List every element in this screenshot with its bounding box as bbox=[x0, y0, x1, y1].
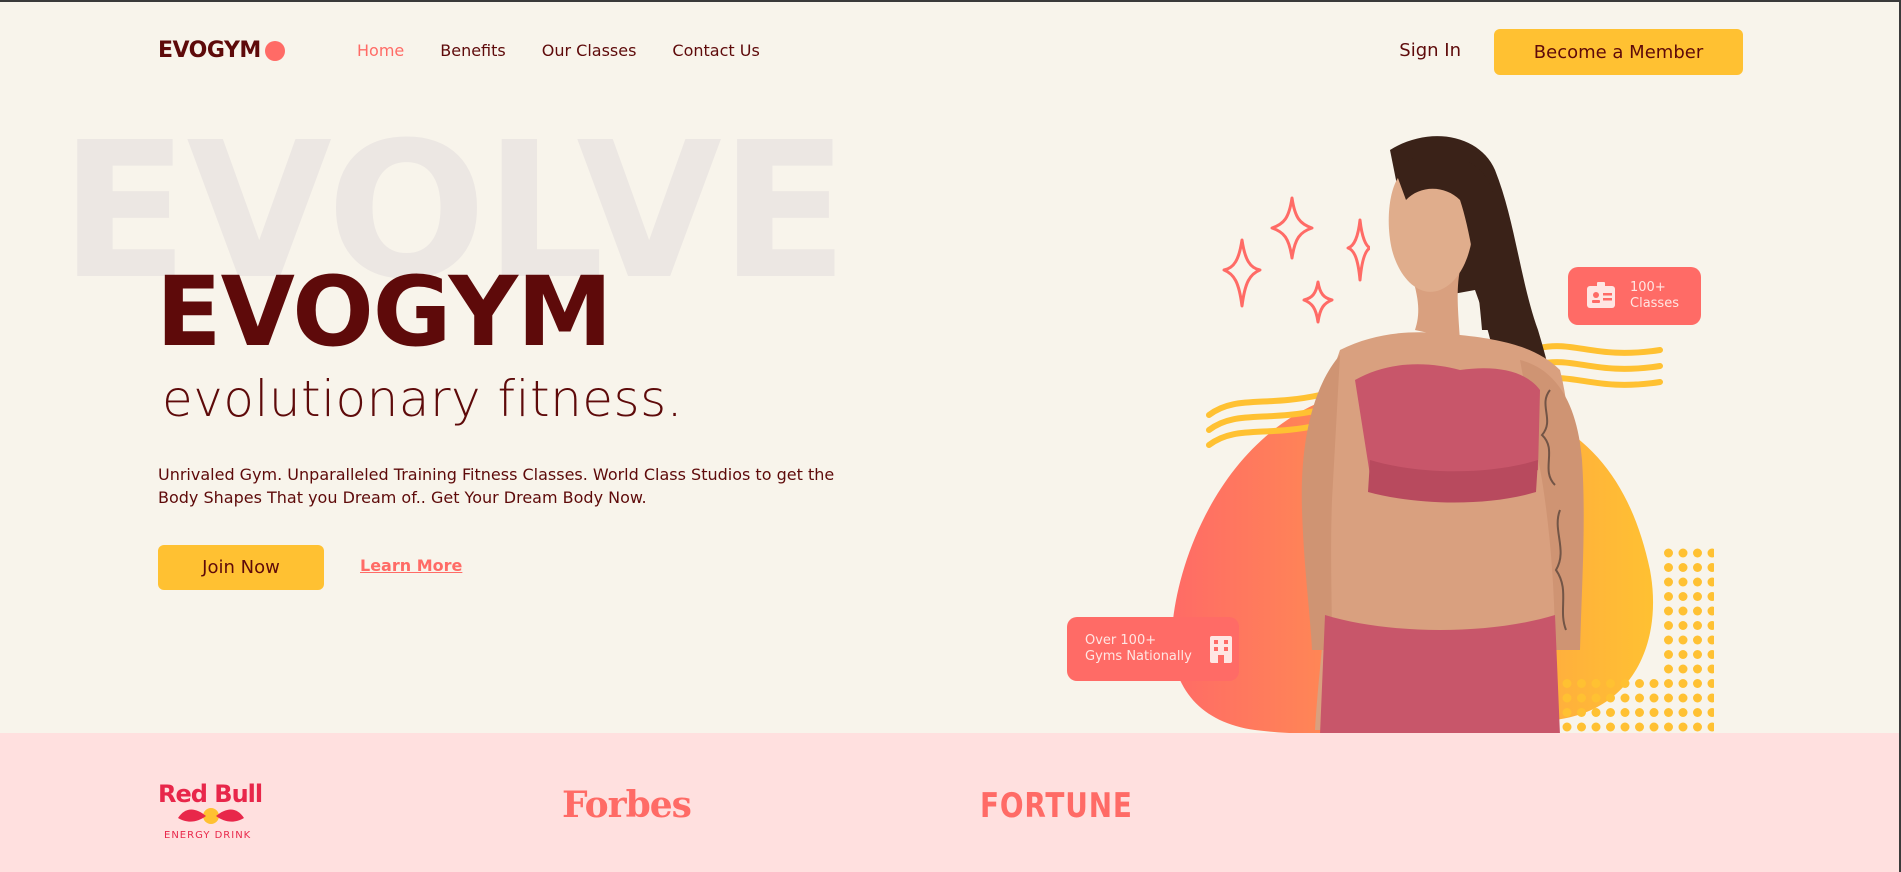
dot-grid-dot bbox=[1664, 606, 1673, 616]
building-icon bbox=[1206, 634, 1236, 664]
nav-links: Home Benefits Our Classes Contact Us bbox=[357, 41, 796, 60]
logo-dot-icon bbox=[264, 40, 285, 61]
id-card-icon bbox=[1586, 281, 1616, 311]
logo[interactable]: EVOGYM bbox=[158, 38, 285, 63]
redbull-wordmark: Red Bull bbox=[158, 780, 262, 808]
join-now-button[interactable]: Join Now bbox=[158, 545, 324, 590]
dot-grid-dot bbox=[1693, 592, 1702, 601]
dot-grid-dot bbox=[1649, 722, 1659, 732]
redbull-logo: Red Bull ENERGY DRINK bbox=[158, 780, 263, 840]
hero-description: Unrivaled Gym. Unparalleled Training Fit… bbox=[158, 465, 835, 507]
dot-grid-dot bbox=[1664, 635, 1673, 645]
gyms-badge: Over 100+ Gyms Nationally bbox=[1067, 617, 1239, 681]
gyms-count: Over 100+ bbox=[1085, 633, 1157, 648]
redbull-bulls-icon bbox=[178, 808, 244, 824]
dot-grid-dot bbox=[1664, 563, 1673, 572]
dot-grid-dot bbox=[1693, 606, 1702, 616]
dot-grid-dot bbox=[1707, 592, 1714, 601]
window-top-border bbox=[0, 0, 1901, 2]
dot-grid-dot bbox=[1707, 635, 1714, 645]
dot-grid-dot bbox=[1693, 679, 1702, 688]
nav-link-our-classes[interactable]: Our Classes bbox=[542, 41, 637, 60]
gyms-badge-text: Over 100+ Gyms Nationally bbox=[1085, 633, 1192, 665]
learn-more-link[interactable]: Learn More bbox=[360, 556, 462, 575]
dot-grid-dot bbox=[1707, 621, 1714, 630]
dot-grid-dot bbox=[1693, 722, 1702, 732]
dot-grid-dot bbox=[1664, 621, 1673, 630]
become-member-button[interactable]: Become a Member bbox=[1494, 29, 1743, 75]
dot-grid-dot bbox=[1707, 548, 1714, 558]
dot-grid-dot bbox=[1678, 606, 1688, 616]
dot-grid-dot bbox=[1664, 592, 1673, 601]
dot-grid-dot bbox=[1664, 650, 1673, 659]
hero-title: EVOGYM bbox=[156, 256, 613, 368]
classes-badge: 100+ Classes bbox=[1568, 267, 1701, 325]
dot-grid-dot bbox=[1678, 548, 1688, 558]
dot-grid-dot bbox=[1693, 708, 1702, 717]
fortune-logo: FORTUNE bbox=[980, 786, 1133, 826]
gyms-label: Gyms Nationally bbox=[1085, 649, 1192, 664]
dot-grid-dot bbox=[1707, 664, 1714, 674]
dot-grid-dot bbox=[1649, 693, 1659, 703]
dot-grid-dot bbox=[1678, 563, 1688, 572]
dot-grid-dot bbox=[1649, 708, 1659, 717]
dot-grid-dot bbox=[1707, 606, 1714, 616]
dot-grid-dot bbox=[1664, 679, 1673, 688]
classes-badge-text: 100+ Classes bbox=[1630, 280, 1679, 312]
dot-grid-dot bbox=[1693, 563, 1702, 572]
dot-grid-dot bbox=[1678, 577, 1688, 587]
dot-grid-dot bbox=[1678, 693, 1688, 703]
dot-grid-dot bbox=[1707, 722, 1714, 732]
dot-grid-dot bbox=[1707, 679, 1714, 688]
dot-grid-dot bbox=[1693, 635, 1702, 645]
nav-link-home[interactable]: Home bbox=[357, 41, 404, 60]
dot-grid-dot bbox=[1664, 548, 1673, 558]
dot-grid-dot bbox=[1649, 679, 1659, 688]
dot-grid-dot bbox=[1678, 621, 1688, 630]
classes-label: Classes bbox=[1630, 296, 1679, 311]
dot-grid-dot bbox=[1707, 693, 1714, 703]
dot-grid-dot bbox=[1678, 592, 1688, 601]
classes-count: 100+ bbox=[1630, 280, 1666, 295]
dot-grid-dot bbox=[1678, 650, 1688, 659]
dot-grid-dot bbox=[1678, 722, 1688, 732]
dot-grid-dot bbox=[1664, 693, 1673, 703]
nav-link-contact-us[interactable]: Contact Us bbox=[672, 41, 759, 60]
dot-grid-dot bbox=[1707, 577, 1714, 587]
hero-woman-image bbox=[1301, 136, 1584, 735]
logo-text: EVOGYM bbox=[158, 38, 261, 63]
dot-grid-dot bbox=[1664, 708, 1673, 717]
navbar: EVOGYM Home Benefits Our Classes Contact… bbox=[158, 28, 1743, 75]
forbes-logo: Forbes bbox=[562, 784, 692, 826]
dot-grid-dot bbox=[1693, 577, 1702, 587]
dot-grid-dot bbox=[1693, 548, 1702, 558]
dot-grid-dot bbox=[1664, 577, 1673, 587]
dot-grid-dot bbox=[1678, 708, 1688, 717]
dot-grid-dot bbox=[1664, 722, 1673, 732]
dot-grid-dot bbox=[1693, 693, 1702, 703]
sponsors-band bbox=[0, 733, 1899, 872]
hero-subtitle: evolutionary fitness. bbox=[162, 370, 684, 428]
sign-in-link[interactable]: Sign In bbox=[1399, 40, 1461, 61]
dot-grid-dot bbox=[1678, 679, 1688, 688]
dot-grid-dot bbox=[1664, 664, 1673, 674]
dot-grid-dot bbox=[1678, 664, 1688, 674]
dot-grid-dot bbox=[1693, 621, 1702, 630]
nav-link-benefits[interactable]: Benefits bbox=[440, 41, 506, 60]
dot-grid-dot bbox=[1693, 664, 1702, 674]
dot-grid-dot bbox=[1707, 650, 1714, 659]
dot-grid-dot bbox=[1707, 708, 1714, 717]
dot-grid-dot bbox=[1678, 635, 1688, 645]
dot-grid-dot bbox=[1693, 650, 1702, 659]
redbull-subtitle: ENERGY DRINK bbox=[164, 830, 251, 840]
dot-grid-dot bbox=[1707, 563, 1714, 572]
